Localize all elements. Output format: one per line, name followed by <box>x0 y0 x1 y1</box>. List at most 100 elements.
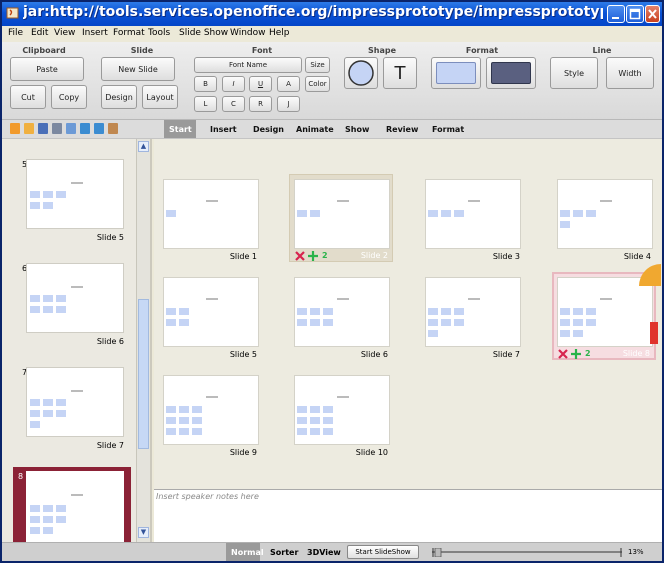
drag-handle-red[interactable] <box>650 322 658 344</box>
tab-format[interactable]: Format <box>432 125 464 134</box>
sorter-slide-hover-frame[interactable]: 2 Slide 2 <box>289 174 393 262</box>
corner-grip-icon[interactable] <box>639 264 661 286</box>
new-document-icon[interactable] <box>10 123 20 134</box>
line-style-button[interactable]: Style <box>550 57 598 89</box>
add-slide-icon[interactable] <box>571 349 581 359</box>
sorter-slide-thumbnail[interactable] <box>163 277 259 347</box>
sorter-slide-label: Slide 1 <box>229 252 257 261</box>
tab-review[interactable]: Review <box>386 125 418 134</box>
slide-thumbnail[interactable] <box>26 471 124 542</box>
fill-color-button[interactable] <box>431 57 481 89</box>
group-label-font: Font <box>251 46 273 55</box>
menu-insert[interactable]: Insert <box>82 28 108 38</box>
sorter-slide-thumbnail[interactable] <box>557 179 653 249</box>
add-slide-icon[interactable] <box>308 251 318 261</box>
delete-slide-icon[interactable] <box>558 349 568 359</box>
font-color-button[interactable]: Color <box>305 76 330 92</box>
zoom-level: 13% <box>628 548 644 556</box>
status-bar: Normal Sorter 3DView Start SlideShow 13% <box>2 542 662 561</box>
minimize-icon <box>612 17 619 19</box>
tab-show[interactable]: Show <box>345 125 369 134</box>
maximize-button[interactable] <box>626 5 644 23</box>
slide-thumbnail[interactable] <box>26 159 124 229</box>
dark-fill-button[interactable] <box>486 57 536 89</box>
save-icon[interactable] <box>38 123 48 134</box>
underline-button[interactable]: U <box>249 76 272 92</box>
tab-start[interactable]: Start <box>169 125 192 134</box>
text-shape-button[interactable]: T <box>383 57 417 89</box>
line-width-button[interactable]: Width <box>606 57 654 89</box>
undo-icon[interactable] <box>80 123 90 134</box>
scroll-up-arrow-icon[interactable]: ▲ <box>138 141 149 152</box>
ribbon-toolbar: Clipboard Paste Cut Copy Slide New Slide… <box>2 42 662 120</box>
menu-window[interactable]: Window <box>230 28 266 38</box>
print-icon[interactable] <box>52 123 62 134</box>
sorter-slide-label: Slide 7 <box>492 350 520 359</box>
export-pdf-icon[interactable] <box>66 123 76 134</box>
sorter-slide-label: Slide 10 <box>355 448 388 457</box>
menu-view[interactable]: View <box>54 28 75 38</box>
menu-slide-show[interactable]: Slide Show <box>179 28 228 38</box>
sorter-slide-thumbnail[interactable] <box>425 277 521 347</box>
tab-insert[interactable]: Insert <box>210 125 237 134</box>
new-slide-button[interactable]: New Slide <box>101 57 175 81</box>
view-sorter-button[interactable]: Sorter <box>270 548 298 557</box>
layout-button[interactable]: Layout <box>142 85 178 109</box>
maximize-icon <box>629 8 641 20</box>
align-center-button[interactable]: C <box>222 96 245 112</box>
bold-button[interactable]: B <box>194 76 217 92</box>
menu-file[interactable]: File <box>8 28 23 38</box>
scrollbar-thumb[interactable] <box>138 299 149 449</box>
redo-icon[interactable] <box>94 123 104 134</box>
view-normal-button[interactable]: Normal <box>231 548 264 557</box>
minimize-button[interactable] <box>607 5 625 23</box>
tab-animate[interactable]: Animate <box>296 125 334 134</box>
menu-format[interactable]: Format <box>113 28 145 38</box>
close-icon <box>648 9 657 19</box>
ellipse-shape-button[interactable] <box>344 57 378 89</box>
paint-icon[interactable] <box>108 123 118 134</box>
font-size-button[interactable]: Size <box>305 57 330 73</box>
align-right-button[interactable]: R <box>249 96 272 112</box>
align-left-button[interactable]: L <box>194 96 217 112</box>
justify-button[interactable]: J <box>277 96 300 112</box>
paste-button[interactable]: Paste <box>10 57 84 81</box>
sorter-slide-thumbnail[interactable] <box>163 375 259 445</box>
sorter-slide-thumbnail[interactable] <box>294 375 390 445</box>
selected-slide-highlight[interactable]: 8 <box>13 467 131 542</box>
menu-tools[interactable]: Tools <box>148 28 170 38</box>
sorter-slide-thumbnail[interactable] <box>294 179 390 249</box>
start-slideshow-button[interactable]: Start SlideShow <box>347 545 419 559</box>
sorter-slide-thumbnail[interactable] <box>425 179 521 249</box>
menu-help[interactable]: Help <box>269 28 290 38</box>
window-title: jar:http://tools.services.openoffice.org… <box>23 4 603 20</box>
slide-panel-scrollbar[interactable]: ▲ ▼ <box>136 139 150 542</box>
close-button[interactable] <box>645 5 660 23</box>
cut-button[interactable]: Cut <box>10 85 46 109</box>
shadow-button[interactable]: A <box>277 76 300 92</box>
font-name-field[interactable]: Font Name <box>194 57 302 73</box>
slide-number: 8 <box>18 472 24 481</box>
open-folder-icon[interactable] <box>24 123 34 134</box>
tab-design[interactable]: Design <box>253 125 284 134</box>
sorter-slide-label: Slide 8 <box>622 349 650 358</box>
speaker-notes-area[interactable]: Insert speaker notes here <box>154 489 662 542</box>
slide-thumbnail[interactable] <box>26 263 124 333</box>
quick-toolbar: Start Insert Design Animate Show Review … <box>2 120 662 139</box>
sorter-slide-thumbnail[interactable] <box>294 277 390 347</box>
menu-edit[interactable]: Edit <box>31 28 48 38</box>
scroll-down-arrow-icon[interactable]: ▼ <box>138 527 149 538</box>
sorter-slide-thumbnail[interactable] <box>163 179 259 249</box>
delete-slide-icon[interactable] <box>295 251 305 261</box>
application-window: jar:http://tools.services.openoffice.org… <box>0 0 664 563</box>
copy-button[interactable]: Copy <box>51 85 87 109</box>
sorter-slide-label: Slide 5 <box>229 350 257 359</box>
java-app-icon <box>6 7 19 19</box>
sorter-slide-thumbnail[interactable] <box>557 277 653 347</box>
italic-button[interactable]: I <box>222 76 245 92</box>
design-button[interactable]: Design <box>101 85 137 109</box>
slide-thumbnail[interactable] <box>26 367 124 437</box>
group-label-slide: Slide <box>130 46 154 55</box>
view-3d-button[interactable]: 3DView <box>307 548 341 557</box>
zoom-slider[interactable] <box>432 548 622 557</box>
